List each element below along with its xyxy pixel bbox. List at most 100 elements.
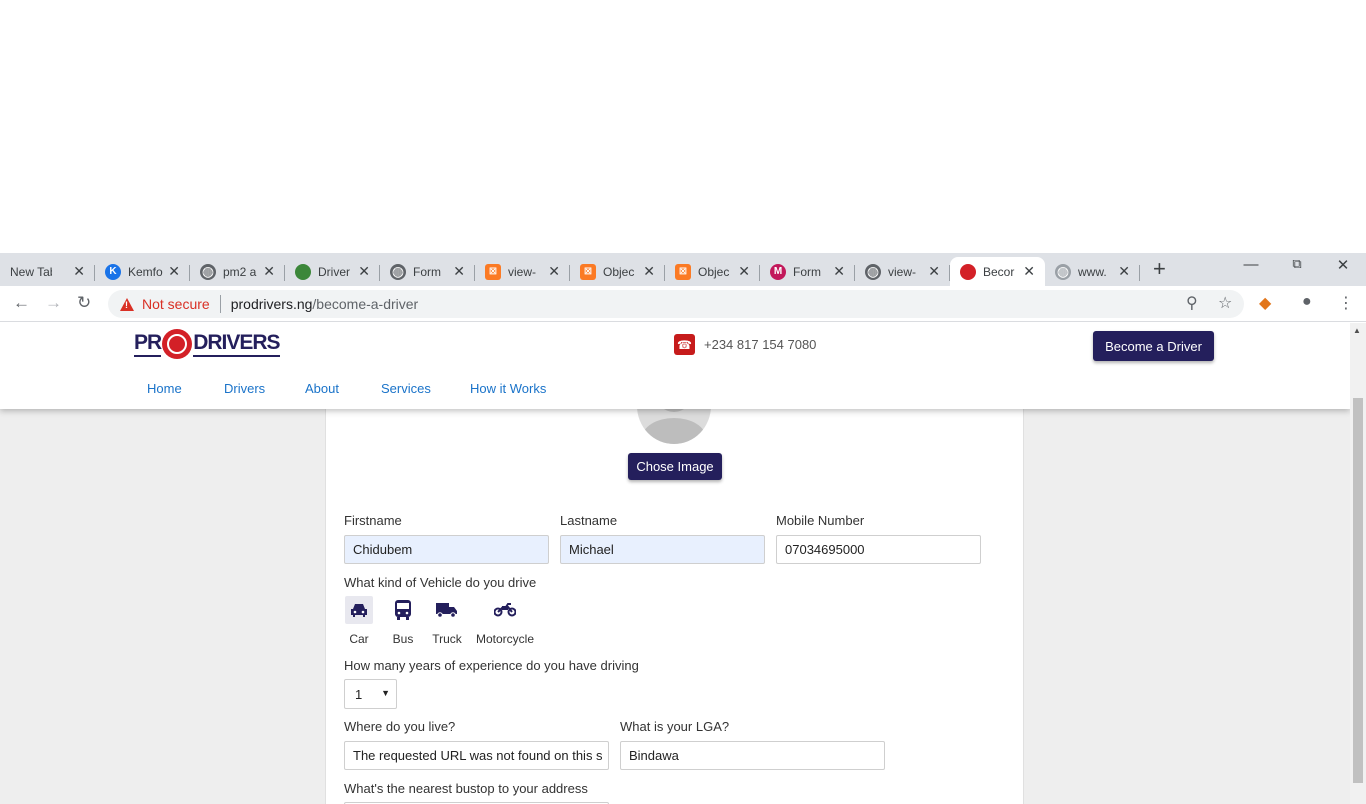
vehicle-motorcycle-option[interactable]: Motorcycle [476,596,534,646]
globe-icon: ◍ [865,263,881,280]
become-driver-button[interactable]: Become a Driver [1093,331,1214,361]
lga-input[interactable]: Bindawa [620,741,885,770]
scroll-thumb[interactable] [1353,398,1363,783]
nav-how-it-works[interactable]: How it Works [470,381,546,396]
close-tab-icon[interactable]: ✕ [73,263,85,280]
close-tab-icon[interactable]: ✕ [928,263,940,280]
close-tab-icon[interactable]: ✕ [833,263,845,280]
tab-title: Driver [318,264,350,279]
car-icon [345,596,373,624]
live-input[interactable]: The requested URL was not found on this … [344,741,609,770]
browser-tab[interactable]: M Form ✕ [760,257,855,286]
tab-title: Form [413,264,441,279]
steering-wheel-icon [162,329,193,359]
nav-services[interactable]: Services [381,381,431,396]
tab-separator [1139,265,1140,281]
browser-tab[interactable]: New Tab ✕ [0,257,95,286]
k-icon: K [105,263,121,280]
vehicle-bus-option[interactable]: Bus [388,596,418,646]
menu-kebab-icon[interactable]: ⋮ [1338,293,1354,313]
new-tab-button[interactable]: + [1153,256,1166,282]
vehicle-question: What kind of Vehicle do you drive [344,575,537,590]
nodejs-icon [295,263,311,280]
xampp-icon: ⊠ [675,263,691,280]
phone-number[interactable]: +234 817 154 7080 [704,337,816,352]
address-bar[interactable]: Not secure prodrivers.ng/become-a-driver [108,290,1244,318]
security-label[interactable]: Not secure [142,296,210,312]
close-tab-icon[interactable]: ✕ [1118,263,1130,280]
close-tab-icon[interactable]: ✕ [453,263,465,280]
page-scrollbar[interactable]: ▲ [1350,323,1366,804]
browser-tab[interactable]: ⊠ Objec ✕ [665,257,760,286]
warning-icon[interactable] [120,297,134,311]
bus-icon [389,596,417,624]
firstname-label: Firstname [344,513,402,528]
scroll-up-icon[interactable]: ▲ [1353,326,1361,335]
m-icon: M [770,263,786,280]
logo-text-right: DRIVERS [193,331,281,357]
tab-title: pm2 a [223,264,257,279]
experience-value: 1 [355,686,363,702]
close-tab-icon[interactable]: ✕ [263,263,275,280]
reload-icon[interactable]: ↻ [77,293,91,313]
experience-question: How many years of experience do you have… [344,658,639,673]
url-path: /become-a-driver [312,296,419,312]
prodrivers-icon [960,263,976,280]
bustop-label: What's the nearest bustop to your addres… [344,781,588,796]
browser-tab[interactable]: ◍ view- ✕ [855,257,950,286]
close-tab-icon[interactable]: ✕ [358,263,370,280]
experience-select[interactable]: 1 ▼ [344,679,397,709]
metamask-extension-icon[interactable]: ◆ [1259,293,1271,313]
vehicle-label: Truck [432,632,462,646]
zoom-icon[interactable]: ⚲ [1186,293,1198,313]
xampp-icon: ⊠ [485,263,501,280]
avatar-body [642,418,706,444]
browser-tab[interactable]: Becor ✕ [950,257,1045,286]
nav-home[interactable]: Home [147,381,182,396]
truck-icon [433,596,461,624]
logo-text-left: PR [134,331,162,357]
browser-tab[interactable]: ⊠ view- ✕ [475,257,570,286]
close-window-button[interactable]: ✕ [1333,256,1353,274]
tab-title: Form [793,264,821,279]
browser-tab[interactable]: ◍ pm2 a ✕ [190,257,285,286]
chose-image-button[interactable]: Chose Image [628,453,722,480]
restore-button[interactable]: ⧉ [1287,256,1307,272]
nav-about[interactable]: About [305,381,339,396]
close-tab-icon[interactable]: ✕ [643,263,655,280]
close-tab-icon[interactable]: ✕ [1023,263,1035,280]
page-viewport: Chose Image Firstname Chidubem Lastname … [0,323,1350,804]
profile-icon[interactable]: ● [1302,293,1312,311]
minimize-button[interactable]: — [1241,256,1261,273]
globe-icon: ◍ [200,263,216,280]
mobile-input[interactable]: 07034695000 [776,535,981,564]
back-icon[interactable]: ← [13,293,30,313]
url-text[interactable]: prodrivers.ng/become-a-driver [231,296,419,312]
prodrivers-logo[interactable]: PR DRIVERS [134,329,281,359]
vehicle-car-option[interactable]: Car [344,596,374,646]
nav-drivers[interactable]: Drivers [224,381,265,396]
globe-icon: ◍ [1055,263,1071,280]
browser-tab[interactable]: Driver ✕ [285,257,380,286]
mobile-label: Mobile Number [776,513,865,528]
forward-icon[interactable]: → [45,293,62,313]
tab-title: Kemfo [128,264,163,279]
browser-tab[interactable]: K Kemfo ✕ [95,257,190,286]
browser-tab[interactable]: ◍ Form ✕ [380,257,475,286]
lastname-input[interactable]: Michael [560,535,765,564]
phone-icon: ☎ [674,334,695,355]
tab-title: view- [508,264,537,279]
bookmark-star-icon[interactable]: ☆ [1218,293,1232,313]
browser-tab[interactable]: ◍ www. ✕ [1045,257,1140,286]
close-tab-icon[interactable]: ✕ [168,263,180,280]
close-tab-icon[interactable]: ✕ [738,263,750,280]
browser-toolbar: ← → ↻ Not secure prodrivers.ng/become-a-… [0,286,1366,322]
browser-tab[interactable]: ⊠ Objec ✕ [570,257,665,286]
blank-area [0,0,1366,253]
globe-icon: ◍ [390,263,406,280]
tab-title: www. [1078,264,1107,279]
firstname-input[interactable]: Chidubem [344,535,549,564]
close-tab-icon[interactable]: ✕ [548,263,560,280]
tab-title: view- [888,264,917,279]
vehicle-truck-option[interactable]: Truck [429,596,465,646]
